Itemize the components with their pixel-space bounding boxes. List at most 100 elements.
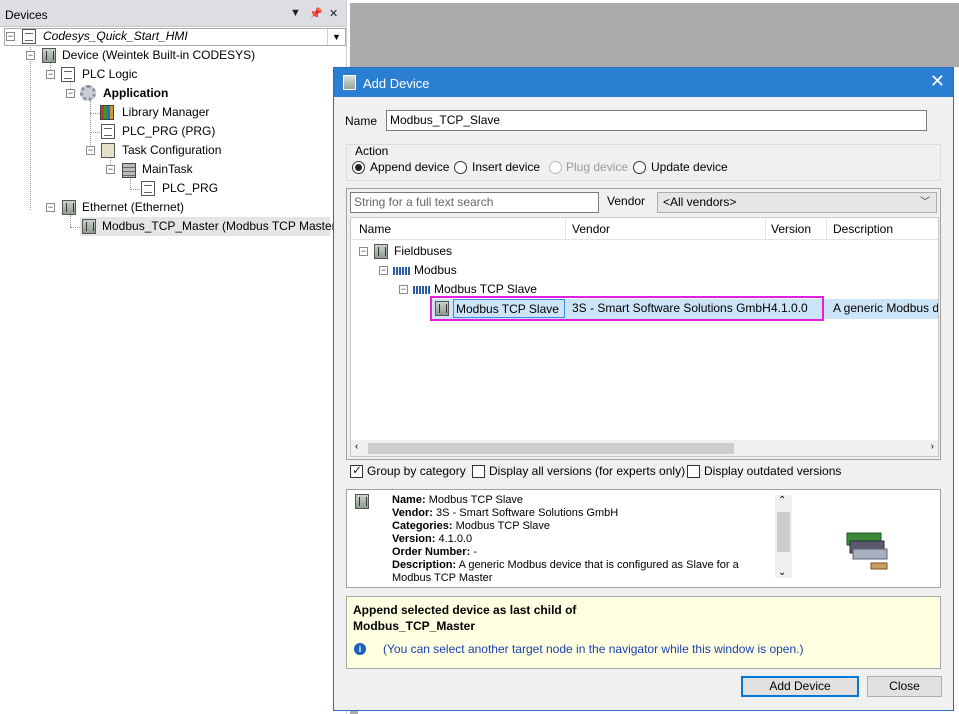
update-device-label[interactable]: Update device bbox=[651, 160, 728, 174]
append-device-label[interactable]: Append device bbox=[370, 160, 449, 174]
tree-line bbox=[90, 132, 100, 133]
info-version: Version: 4.1.0.0 bbox=[392, 533, 473, 545]
collapse-icon[interactable]: − bbox=[379, 266, 388, 275]
device-icon bbox=[355, 494, 369, 509]
tree-node-label: PLC Logic bbox=[82, 67, 138, 81]
info-vertical-scrollbar[interactable]: ⌃ ⌄ bbox=[775, 495, 792, 578]
column-version[interactable]: Version bbox=[771, 222, 811, 236]
add-device-button[interactable]: Add Device bbox=[741, 676, 859, 697]
task-configuration-icon bbox=[101, 143, 115, 158]
device-icon bbox=[42, 48, 56, 63]
append-device-radio[interactable] bbox=[352, 161, 365, 174]
info-order-number: Order Number: - bbox=[392, 546, 477, 558]
scrollbar-thumb[interactable] bbox=[777, 512, 790, 552]
action-group: Action Append device Insert device Plug … bbox=[346, 144, 941, 181]
collapse-icon[interactable]: − bbox=[106, 165, 115, 174]
program-call-icon bbox=[141, 181, 155, 196]
modbus-icon bbox=[413, 286, 431, 294]
info-categories: Categories: Modbus TCP Slave bbox=[392, 520, 550, 532]
plug-device-label[interactable]: Plug device bbox=[566, 160, 628, 174]
column-vendor[interactable]: Vendor bbox=[572, 222, 610, 236]
scroll-down-icon[interactable]: ⌄ bbox=[778, 567, 786, 578]
name-field[interactable]: Modbus_TCP_Slave bbox=[386, 110, 927, 131]
vendor-select[interactable]: <All vendors> ﹀ bbox=[657, 192, 937, 213]
collapse-icon[interactable]: − bbox=[66, 89, 75, 98]
close-button[interactable]: Close bbox=[867, 676, 942, 697]
tree-line bbox=[90, 113, 100, 114]
column-description[interactable]: Description bbox=[833, 222, 893, 236]
vendor-label: Vendor bbox=[607, 194, 646, 208]
collapse-icon[interactable]: − bbox=[86, 146, 95, 155]
library-icon bbox=[100, 105, 114, 120]
device-info-panel: Name: Modbus TCP Slave Vendor: 3S - Smar… bbox=[346, 489, 941, 588]
tree-node-label: Codesys_Quick_Start_HMI bbox=[43, 29, 188, 43]
tree-line bbox=[70, 227, 80, 228]
tree-node-modbus-master[interactable]: Modbus_TCP_Master (Modbus TCP Master) bbox=[80, 217, 340, 236]
update-device-radio[interactable] bbox=[633, 161, 646, 174]
scroll-up-icon[interactable]: ⌃ bbox=[778, 495, 786, 506]
device-catalog: String for a full text search Vendor <Al… bbox=[346, 188, 941, 460]
tree-line bbox=[70, 215, 71, 227]
group-by-category-label[interactable]: Group by category bbox=[367, 464, 466, 478]
devices-panel-title: Devices bbox=[5, 8, 48, 22]
horizontal-scrollbar[interactable]: ‹ › bbox=[351, 440, 938, 456]
column-separator[interactable] bbox=[826, 218, 827, 240]
tree-node-label: Application bbox=[103, 86, 169, 100]
info-description-cont: Modbus TCP Master bbox=[392, 572, 493, 584]
display-all-versions-label[interactable]: Display all versions (for experts only) bbox=[489, 464, 685, 478]
action-label: Action bbox=[355, 144, 389, 158]
vendor-select-value: <All vendors> bbox=[663, 195, 737, 209]
collapse-icon[interactable]: − bbox=[46, 70, 55, 79]
dropdown-icon[interactable]: ▼ bbox=[290, 7, 301, 19]
insert-device-radio[interactable] bbox=[454, 161, 467, 174]
group-by-category-checkbox[interactable] bbox=[350, 463, 363, 478]
add-device-dialog: Add Device ✕ Name Modbus_TCP_Slave Actio… bbox=[333, 67, 954, 711]
collapse-icon[interactable]: − bbox=[399, 285, 408, 294]
search-input[interactable]: String for a full text search bbox=[350, 192, 599, 213]
dialog-titlebar[interactable]: Add Device ✕ bbox=[334, 68, 953, 97]
tree-node-label: PLC_PRG (PRG) bbox=[122, 124, 216, 138]
tree-node-label: Device (Weintek Built-in CODESYS) bbox=[62, 48, 256, 62]
project-icon bbox=[22, 29, 36, 44]
pin-icon[interactable]: 📌 bbox=[309, 7, 323, 20]
info-description: Description: A generic Modbus device tha… bbox=[392, 559, 739, 571]
insert-device-label[interactable]: Insert device bbox=[472, 160, 540, 174]
note-hint: (You can select another target node in t… bbox=[383, 642, 804, 656]
collapse-icon[interactable]: − bbox=[6, 32, 15, 41]
devices-panel-header: Devices ▼ 📌 ✕ bbox=[0, 0, 346, 27]
info-icon: i bbox=[354, 643, 366, 655]
note-line1: Append selected device as last child of bbox=[353, 603, 577, 617]
tree-node-label: Library Manager bbox=[122, 105, 210, 119]
device-icon bbox=[374, 244, 388, 259]
tree-node-label: Ethernet (Ethernet) bbox=[82, 200, 185, 214]
column-separator[interactable] bbox=[765, 218, 766, 240]
display-outdated-label[interactable]: Display outdated versions bbox=[704, 464, 841, 478]
scrollbar-thumb[interactable] bbox=[368, 443, 734, 454]
insertion-note: Append selected device as last child of … bbox=[346, 596, 941, 669]
tree-node-label: MainTask bbox=[142, 162, 193, 176]
task-icon bbox=[122, 163, 136, 178]
device-icon bbox=[82, 219, 96, 234]
display-outdated-checkbox[interactable] bbox=[687, 465, 700, 478]
collapse-icon[interactable]: − bbox=[359, 247, 368, 256]
chevron-down-icon[interactable]: ﹀ bbox=[920, 193, 930, 212]
close-icon[interactable]: ✕ bbox=[930, 71, 945, 92]
collapse-icon[interactable]: − bbox=[46, 203, 55, 212]
devices-panel: Devices ▼ 📌 ✕ ▼ − Codesys_Quick_Start_HM… bbox=[0, 0, 347, 714]
gear-icon bbox=[80, 85, 96, 101]
display-all-versions-checkbox[interactable] bbox=[472, 465, 485, 478]
name-label: Name bbox=[345, 114, 378, 128]
plug-device-radio[interactable] bbox=[549, 161, 562, 174]
tree-line bbox=[130, 189, 140, 190]
column-separator[interactable] bbox=[565, 218, 566, 240]
close-icon[interactable]: ✕ bbox=[329, 7, 338, 20]
scroll-left-icon[interactable]: ‹ bbox=[355, 441, 358, 452]
modbus-icon bbox=[393, 267, 411, 275]
column-name[interactable]: Name bbox=[359, 222, 391, 236]
info-name: Name: Modbus TCP Slave bbox=[392, 494, 524, 506]
collapse-icon[interactable]: − bbox=[26, 51, 35, 60]
device-icon bbox=[343, 75, 356, 90]
chevron-down-icon[interactable]: ▼ bbox=[327, 29, 345, 45]
tree-node-label: Modbus_TCP_Master (Modbus TCP Master) bbox=[102, 219, 340, 233]
scroll-right-icon[interactable]: › bbox=[931, 441, 934, 452]
